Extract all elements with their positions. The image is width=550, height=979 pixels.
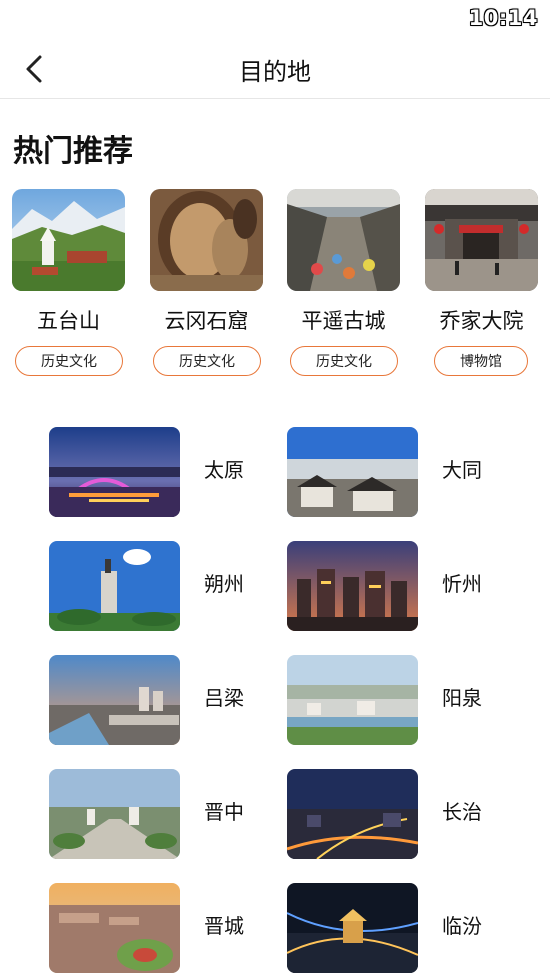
city-name: 太原	[204, 458, 244, 482]
city-name: 朔州	[204, 572, 244, 596]
status-bar: 10:14	[0, 0, 550, 40]
city-image	[287, 769, 418, 859]
city-image	[49, 883, 180, 973]
rec-tag[interactable]: 博物馆	[434, 346, 528, 376]
rec-image-wutaishan	[12, 189, 125, 291]
rec-card-qiaojia[interactable]: 乔家大院 博物馆	[425, 189, 540, 389]
section-title: 热门推荐	[13, 134, 133, 169]
rec-image-yungang	[150, 189, 263, 291]
city-item-linfen[interactable]: 临汾	[287, 883, 507, 973]
rec-image-pingyao	[287, 189, 400, 291]
city-item-shuozhou[interactable]: 朔州	[49, 541, 269, 631]
city-item-jinzhong[interactable]: 晋中	[49, 769, 269, 859]
city-image	[287, 883, 418, 973]
city-item-yangquan[interactable]: 阳泉	[287, 655, 507, 745]
status-time: 10:14	[468, 6, 538, 30]
rec-tag[interactable]: 历史文化	[290, 346, 398, 376]
city-name: 晋中	[204, 800, 244, 824]
city-name: 阳泉	[442, 686, 482, 710]
page-title: 目的地	[239, 58, 311, 86]
city-item-datong[interactable]: 大同	[287, 427, 507, 517]
rec-tag[interactable]: 历史文化	[15, 346, 123, 376]
city-name: 忻州	[442, 572, 482, 596]
rec-tag[interactable]: 历史文化	[153, 346, 261, 376]
city-item-jincheng[interactable]: 晋城	[49, 883, 269, 973]
city-name: 吕梁	[204, 686, 244, 710]
city-item-taiyuan[interactable]: 太原	[49, 427, 269, 517]
city-item-changzhi[interactable]: 长治	[287, 769, 507, 859]
rec-card-pingyao[interactable]: 平遥古城 历史文化	[287, 189, 402, 389]
city-image	[287, 655, 418, 745]
recommendation-list: 五台山 历史文化 云冈石窟 历史文化 平遥古城 历史文化 乔家大院 博物馆	[12, 189, 542, 389]
city-name: 晋城	[204, 914, 244, 938]
city-name: 临汾	[442, 914, 482, 938]
rec-name: 平遥古城	[301, 309, 386, 333]
city-image	[49, 427, 180, 517]
city-image	[287, 427, 418, 517]
city-name: 长治	[442, 800, 482, 824]
rec-image-qiaojia	[425, 189, 538, 291]
city-item-xinzhou[interactable]: 忻州	[287, 541, 507, 631]
city-item-lvliang[interactable]: 吕梁	[49, 655, 269, 745]
city-image	[49, 541, 180, 631]
rec-name: 云冈石窟	[164, 309, 249, 333]
city-image	[287, 541, 418, 631]
rec-card-yungang[interactable]: 云冈石窟 历史文化	[150, 189, 265, 389]
city-name: 大同	[442, 458, 482, 482]
rec-card-wutaishan[interactable]: 五台山 历史文化	[12, 189, 127, 389]
nav-bar: 目的地	[0, 40, 550, 99]
rec-name: 乔家大院	[439, 309, 524, 333]
rec-name: 五台山	[37, 309, 100, 333]
city-image	[49, 655, 180, 745]
city-image	[49, 769, 180, 859]
